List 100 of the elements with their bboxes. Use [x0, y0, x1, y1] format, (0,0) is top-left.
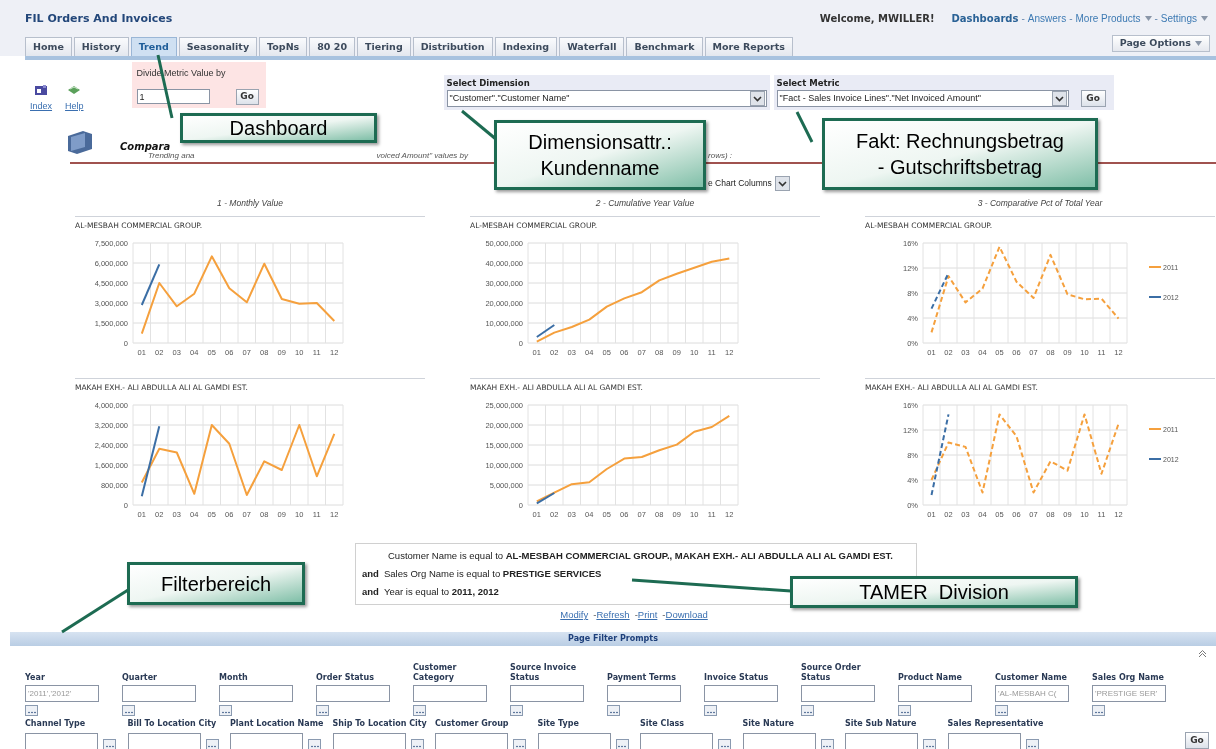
browse-button[interactable]: [801, 705, 814, 716]
prompt-label: Sales Org Name: [1092, 673, 1165, 683]
browse-button[interactable]: [923, 739, 936, 749]
prompt-field[interactable]: [742, 733, 816, 749]
ellipsis-icon: [618, 745, 626, 748]
prompt-field[interactable]: [127, 733, 201, 749]
nav-link[interactable]: Settings: [1160, 11, 1197, 26]
tab[interactable]: Trend: [130, 37, 177, 56]
tab[interactable]: TopNs: [259, 37, 308, 56]
index-link[interactable]: Index: [30, 84, 53, 114]
chevron-icon[interactable]: [1051, 90, 1067, 106]
ellipsis-icon: [310, 745, 319, 748]
tab[interactable]: Distribution: [412, 37, 493, 56]
prompt-field[interactable]: [316, 685, 390, 702]
chevron-icon[interactable]: [774, 176, 790, 191]
browse-button[interactable]: [103, 739, 116, 749]
go-button[interactable]: Go: [235, 88, 259, 105]
browse-button[interactable]: [219, 705, 232, 716]
prompt-label: Site Class: [640, 719, 686, 729]
browse-button[interactable]: [820, 739, 834, 749]
prompt-field[interactable]: [219, 685, 293, 702]
prompt-field[interactable]: [413, 685, 487, 702]
prompt-field[interactable]: [640, 733, 713, 749]
browse-button[interactable]: [413, 705, 426, 716]
prompt-field[interactable]: [537, 733, 611, 749]
caret-icon[interactable]: [1144, 16, 1152, 21]
metric-select[interactable]: "Fact - Sales Invoice Lines"."Net Invoiced Amount": [776, 89, 1069, 107]
prompt-label: Year: [25, 673, 46, 683]
action-link[interactable]: Download: [665, 608, 708, 623]
caret-icon[interactable]: [1201, 16, 1208, 21]
prompt-field[interactable]: [332, 733, 406, 749]
browse-button[interactable]: [607, 705, 620, 716]
page-options-button[interactable]: Page Options: [1111, 35, 1210, 52]
ellipsis-icon: [1028, 745, 1036, 748]
browse-button[interactable]: [718, 739, 731, 749]
book-icon: [65, 130, 95, 154]
browse-button[interactable]: [25, 705, 38, 716]
browse-button[interactable]: [513, 739, 526, 749]
conjunction-text: and: [362, 585, 380, 599]
prompt-field[interactable]: [230, 733, 303, 749]
tab[interactable]: History: [73, 37, 129, 56]
browse-button[interactable]: [316, 705, 329, 716]
browse-button[interactable]: [898, 705, 911, 716]
prompts-header: Page Filter Prompts: [10, 632, 1216, 646]
prompt-label: Source Invoice Status: [510, 663, 578, 683]
prompt-field[interactable]: [25, 733, 98, 749]
action-link[interactable]: Refresh: [596, 608, 630, 623]
prompt-field[interactable]: [704, 685, 778, 702]
collapse-icon[interactable]: [1198, 649, 1207, 658]
caret-icon: [1195, 41, 1202, 46]
tab[interactable]: Home: [25, 37, 72, 56]
prompt-field[interactable]: [122, 685, 196, 702]
prompt-label: Channel Type: [25, 719, 87, 729]
tab[interactable]: 80 20: [309, 37, 355, 56]
field-label: Select Dimension: [446, 77, 531, 90]
callout-text: Kundenname: [540, 156, 660, 181]
ellipsis-icon: [706, 711, 715, 714]
prompt-field[interactable]: [435, 733, 508, 749]
browse-button[interactable]: [308, 739, 321, 749]
separator-text: -: [593, 608, 597, 622]
chevron-icon[interactable]: [749, 90, 765, 106]
nav-link[interactable]: Dashboards: [951, 11, 1019, 26]
browse-button[interactable]: [410, 739, 424, 749]
prompt-field[interactable]: [510, 685, 584, 702]
tab[interactable]: More Reports: [704, 37, 793, 56]
ellipsis-icon: [512, 711, 521, 714]
tab[interactable]: Seasonality: [178, 37, 258, 56]
browse-button[interactable]: [704, 705, 717, 716]
prompt-label: Site Nature: [742, 719, 796, 729]
callout-text: Filterbereich: [160, 571, 271, 597]
browse-button[interactable]: [615, 739, 629, 749]
browse-button[interactable]: [995, 705, 1008, 716]
column-chooser-select[interactable]: e Chart Columns: [708, 176, 790, 191]
prompt-field[interactable]: [898, 685, 972, 702]
go-button[interactable]: Go: [1080, 89, 1106, 107]
go-button[interactable]: Go: [1185, 732, 1209, 749]
help-link[interactable]: Help: [65, 84, 84, 114]
ellipsis-icon: [221, 711, 230, 714]
help-icon: [67, 84, 82, 96]
prompt-field[interactable]: [947, 733, 1021, 749]
nav-link[interactable]: More Products: [1075, 11, 1141, 26]
prompt-field[interactable]: [845, 733, 918, 749]
nav-link[interactable]: Answers: [1027, 11, 1067, 26]
browse-button[interactable]: [1092, 705, 1105, 716]
tab[interactable]: Tiering: [357, 37, 411, 56]
browse-button[interactable]: [510, 705, 523, 716]
tab[interactable]: Indexing: [494, 37, 558, 56]
browse-button[interactable]: [122, 705, 135, 716]
prompt-label: Product Name: [898, 673, 963, 683]
tab[interactable]: Benchmark: [626, 37, 703, 56]
browse-button[interactable]: [1025, 739, 1039, 749]
dimension-select[interactable]: "Customer"."Customer Name": [446, 89, 767, 107]
divide-input[interactable]: 1: [136, 89, 210, 104]
prompt-field[interactable]: [801, 685, 875, 702]
ellipsis-icon: [997, 711, 1006, 714]
prompt-field[interactable]: [607, 685, 681, 702]
action-link[interactable]: Modify: [560, 608, 589, 623]
prompt-label: Customer Group: [435, 719, 510, 729]
tab[interactable]: Waterfall: [559, 37, 625, 56]
browse-button[interactable]: [205, 739, 219, 749]
